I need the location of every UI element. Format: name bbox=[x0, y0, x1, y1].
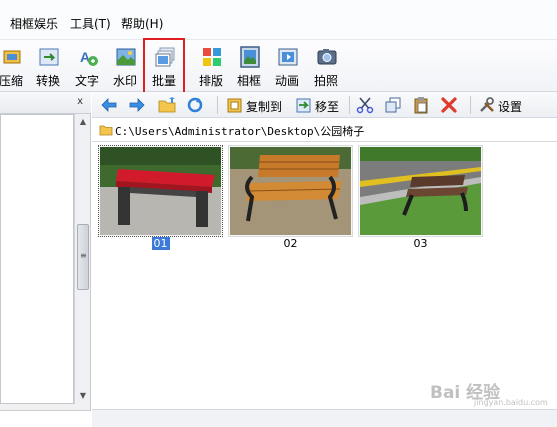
file-toolbar: 复制到 移至 设置 bbox=[92, 92, 557, 118]
frame-icon bbox=[240, 46, 260, 68]
animation-icon bbox=[278, 48, 298, 66]
thumbnail-label: 01 bbox=[151, 237, 170, 250]
text-icon: A bbox=[80, 49, 98, 66]
refresh-icon bbox=[187, 97, 203, 113]
bench-photo-02 bbox=[230, 147, 351, 235]
address-bar[interactable]: C:\Users\Administrator\Desktop\公园椅子 bbox=[92, 118, 557, 142]
convert-button[interactable]: 转换 bbox=[29, 40, 67, 92]
up-folder-button[interactable] bbox=[158, 95, 178, 115]
paste-button[interactable] bbox=[412, 95, 432, 115]
batch-button[interactable]: 批量 bbox=[143, 38, 185, 94]
watermark-button[interactable]: 水印 bbox=[106, 40, 144, 92]
folder-pane: x ▲ ≡ ▼ bbox=[0, 92, 91, 427]
address-path: C:\Users\Administrator\Desktop\公园椅子 bbox=[115, 125, 365, 138]
thumbnail-label: 02 bbox=[283, 237, 298, 250]
camera-button[interactable]: 拍照 bbox=[307, 40, 345, 92]
convert-label: 转换 bbox=[35, 74, 60, 88]
compress-button[interactable]: 压缩 bbox=[0, 40, 30, 92]
thumbnail-view: 01 02 03 bbox=[92, 142, 557, 412]
folder-up-icon bbox=[158, 97, 176, 113]
convert-icon bbox=[39, 48, 59, 66]
animation-label: 动画 bbox=[274, 74, 299, 88]
scrollbar-thumb[interactable]: ≡ bbox=[77, 224, 89, 290]
thumbnail-item[interactable] bbox=[358, 145, 483, 237]
thumbnail-item[interactable] bbox=[98, 145, 223, 237]
move-to-label: 移至 bbox=[315, 100, 340, 114]
scroll-down-arrow-icon[interactable]: ▼ bbox=[75, 388, 91, 404]
thumbnail-item[interactable] bbox=[228, 145, 353, 237]
batch-icon bbox=[155, 47, 175, 67]
layout-icon bbox=[203, 48, 221, 66]
menu-item-frame-fun[interactable]: 相框娱乐 bbox=[10, 15, 58, 32]
camera-icon bbox=[317, 49, 337, 65]
back-button[interactable] bbox=[100, 95, 120, 115]
batch-label: 批量 bbox=[151, 74, 176, 88]
folder-tree[interactable] bbox=[0, 114, 74, 404]
copy-icon bbox=[385, 97, 401, 113]
thumbnail-label: 03 bbox=[413, 237, 428, 250]
menu-item-tools[interactable]: 工具(T) bbox=[70, 15, 111, 32]
compress-label: 压缩 bbox=[0, 74, 23, 88]
main-toolbar: 压缩 转换 A 文字 水印 批量 排版 相框 动画 拍照 bbox=[0, 38, 557, 94]
animation-button[interactable]: 动画 bbox=[268, 40, 306, 92]
baidu-jingyan-watermark: Bai 经验 jingyan.baidu.com bbox=[422, 374, 548, 408]
copy-to-icon bbox=[227, 98, 242, 113]
text-button[interactable]: A 文字 bbox=[68, 40, 106, 92]
arrow-right-icon bbox=[129, 98, 145, 112]
folder-pane-footer bbox=[0, 410, 91, 427]
delete-x-icon bbox=[441, 97, 457, 113]
layout-label: 排版 bbox=[198, 74, 223, 88]
toolbar-divider bbox=[349, 96, 350, 114]
pane-close-button[interactable]: x bbox=[77, 96, 83, 107]
horizontal-scrollbar[interactable] bbox=[92, 409, 557, 427]
tools-icon bbox=[480, 97, 494, 112]
menu-bar: 相框娱乐 工具(T) 帮助(H) bbox=[0, 0, 557, 40]
watermark-icon bbox=[116, 48, 136, 66]
folder-tree-scrollbar[interactable]: ▲ ≡ ▼ bbox=[74, 114, 90, 404]
text-label: 文字 bbox=[74, 74, 99, 88]
settings-label: 设置 bbox=[498, 100, 523, 114]
frame-button[interactable]: 相框 bbox=[230, 40, 268, 92]
copy-button[interactable] bbox=[384, 95, 404, 115]
watermark-label: 水印 bbox=[112, 74, 137, 88]
bench-photo-03 bbox=[360, 147, 481, 235]
delete-button[interactable] bbox=[440, 95, 460, 115]
paste-icon bbox=[414, 97, 428, 114]
menu-item-help[interactable]: 帮助(H) bbox=[121, 15, 163, 32]
move-to-button[interactable]: 移至 bbox=[295, 95, 345, 115]
copy-to-label: 复制到 bbox=[246, 100, 283, 114]
toolbar-divider bbox=[217, 96, 218, 114]
refresh-button[interactable] bbox=[186, 95, 206, 115]
folder-icon bbox=[99, 125, 113, 136]
copy-to-button[interactable]: 复制到 bbox=[226, 95, 286, 115]
settings-button[interactable]: 设置 bbox=[478, 95, 528, 115]
watermark-sub: jingyan.baidu.com bbox=[474, 398, 548, 407]
cut-button[interactable] bbox=[356, 95, 376, 115]
move-to-icon bbox=[296, 98, 311, 113]
layout-button[interactable]: 排版 bbox=[192, 40, 230, 92]
folder-pane-header: x bbox=[0, 92, 91, 114]
scissors-icon bbox=[356, 97, 374, 114]
compress-icon bbox=[3, 50, 21, 64]
frame-label: 相框 bbox=[236, 74, 261, 88]
scroll-up-arrow-icon[interactable]: ▲ bbox=[75, 114, 91, 130]
toolbar-divider bbox=[470, 96, 471, 114]
arrow-left-icon bbox=[101, 98, 117, 112]
grip-icon: ≡ bbox=[80, 251, 87, 260]
bench-photo-01 bbox=[100, 147, 221, 235]
forward-button[interactable] bbox=[128, 95, 148, 115]
camera-label: 拍照 bbox=[313, 74, 338, 88]
